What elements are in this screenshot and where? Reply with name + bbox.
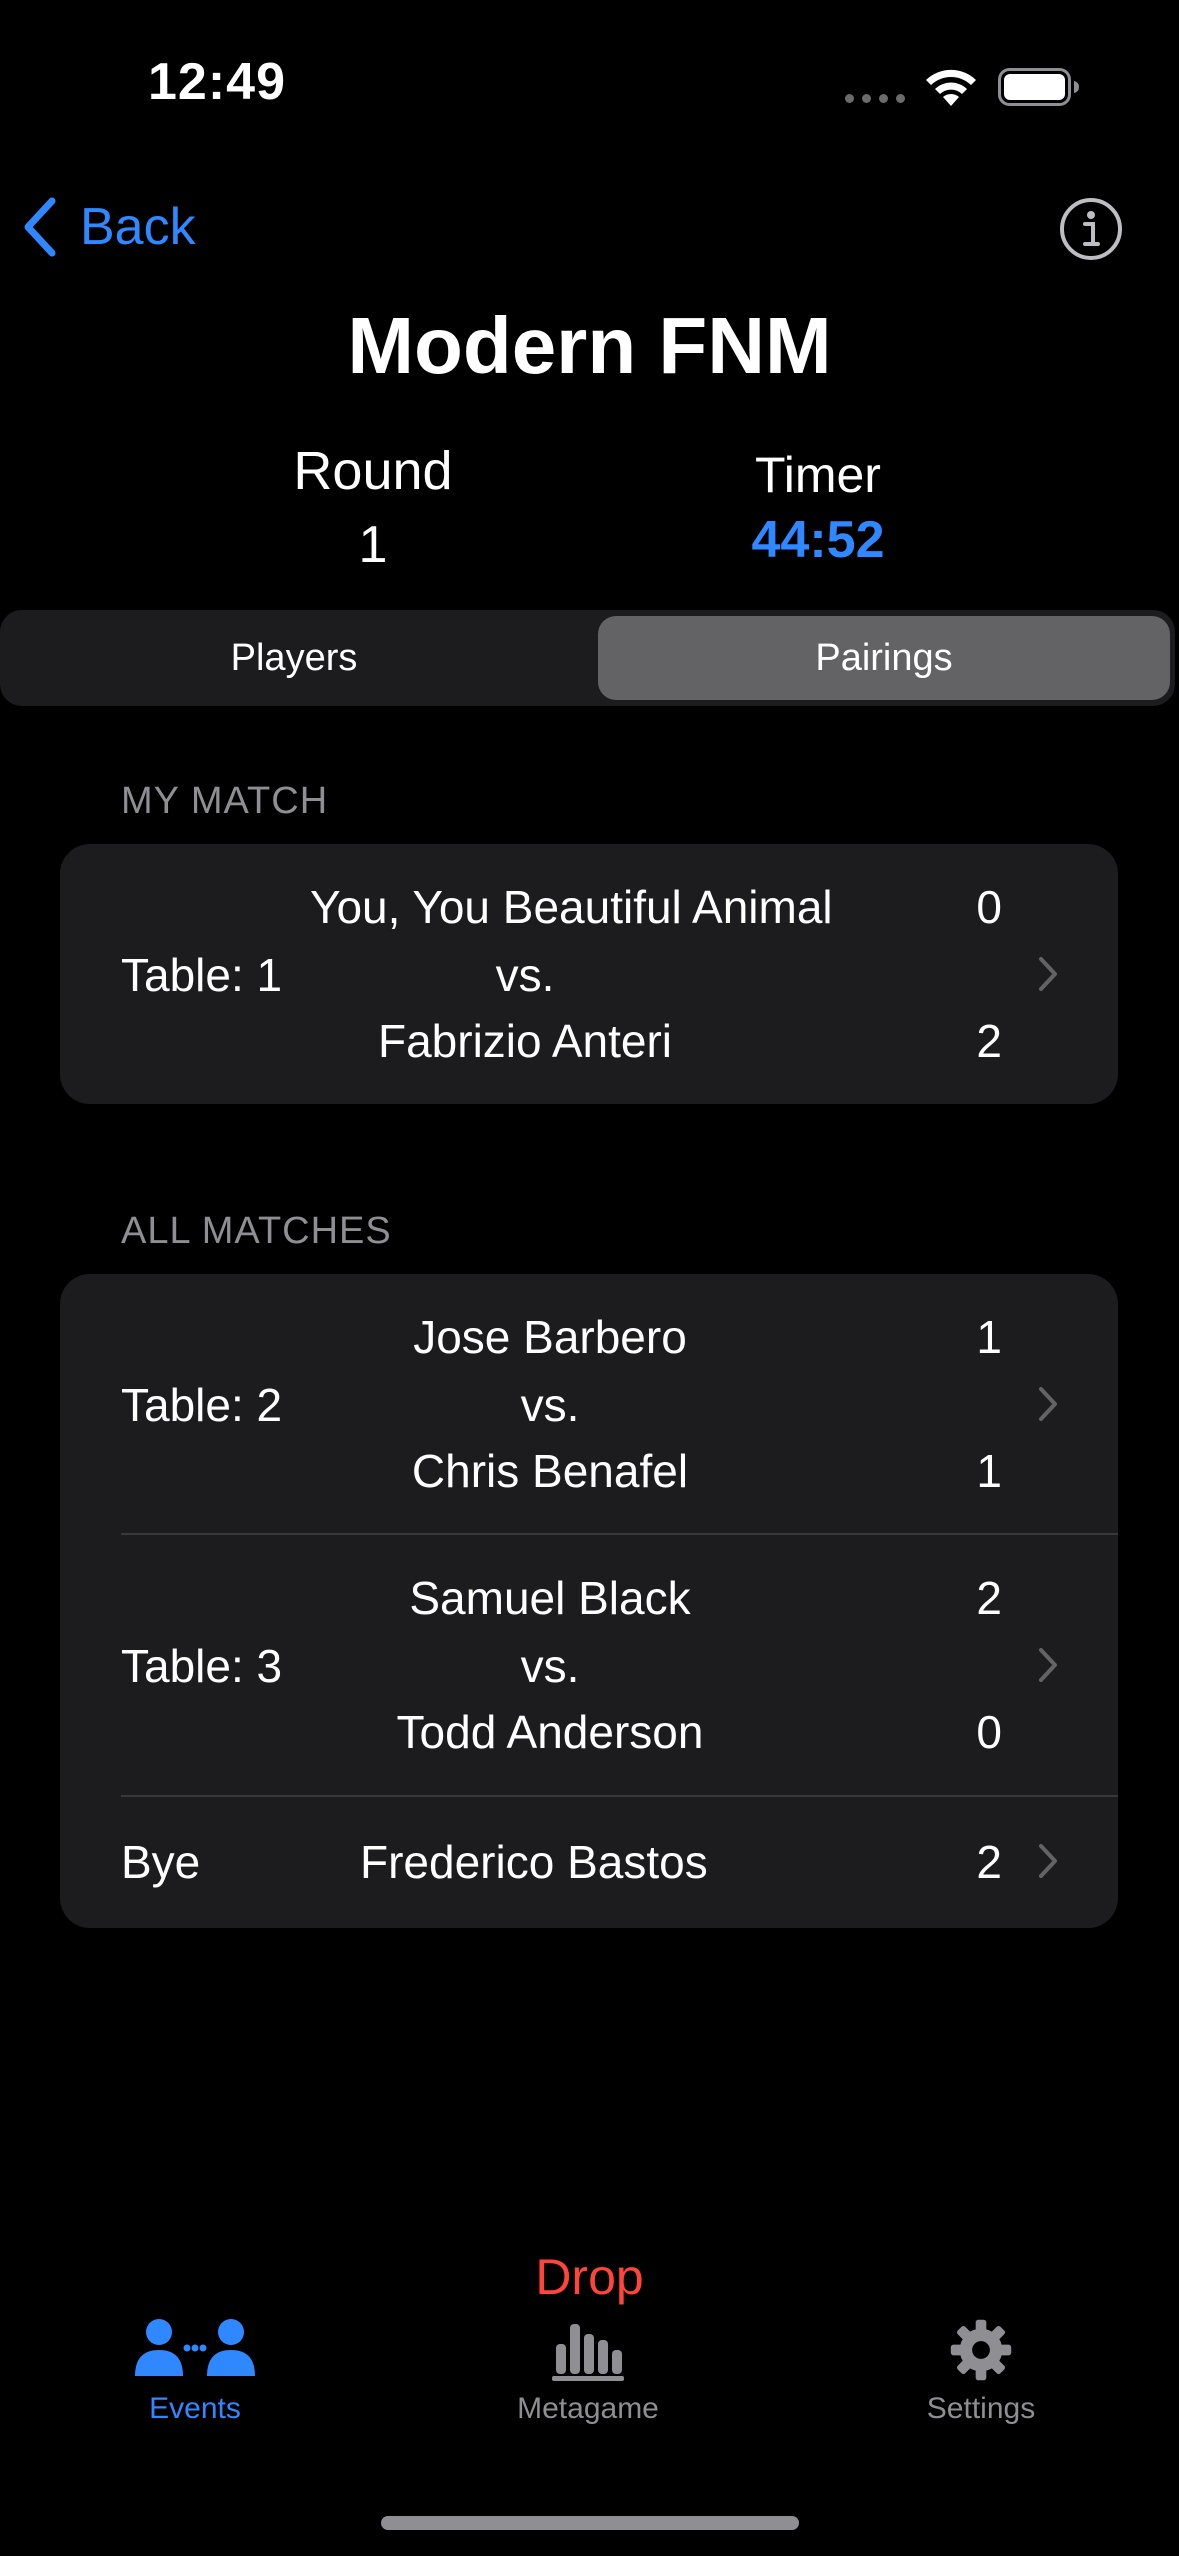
segment-players[interactable]: Players xyxy=(4,616,584,700)
all-matches-card: Table: 2 Jose Barbero vs. Chris Benafel … xyxy=(60,1274,1118,1928)
gear-icon xyxy=(950,2319,1012,2381)
wifi-icon xyxy=(926,69,976,106)
vs-label: vs. xyxy=(520,1379,580,1431)
cellular-signal-icon xyxy=(845,94,905,104)
view-segmented-control: Players Pairings xyxy=(0,610,1175,706)
player-two-score: 1 xyxy=(976,1445,1002,1497)
chevron-right-icon xyxy=(1039,1648,1057,1682)
player-two-name: Todd Anderson xyxy=(396,1706,704,1758)
my-match-row[interactable]: Table: 1 You, You Beautiful Animal vs. F… xyxy=(60,844,1118,1104)
vs-label: vs. xyxy=(495,949,555,1001)
round-value: 1 xyxy=(358,516,388,574)
timer-value: 44:52 xyxy=(751,511,885,569)
status-time: 12:49 xyxy=(148,53,286,111)
tab-settings[interactable]: Settings xyxy=(861,2318,1101,2426)
tab-metagame[interactable]: Metagame xyxy=(468,2318,708,2426)
segment-pairings[interactable]: Pairings xyxy=(598,616,1170,700)
player-one-score: 1 xyxy=(976,1311,1002,1363)
table-number: Table: 1 xyxy=(121,949,283,1001)
match-row[interactable]: Table: 3 Samuel Black vs. Todd Anderson … xyxy=(60,1535,1118,1796)
player-two-score: 2 xyxy=(976,1015,1002,1067)
player-one-name: You, You Beautiful Animal xyxy=(310,881,833,933)
back-button[interactable]: Back xyxy=(22,192,196,262)
tab-metagame-label: Metagame xyxy=(517,2392,659,2425)
timer-label: Timer xyxy=(755,447,881,503)
bye-score: 2 xyxy=(976,1836,1002,1888)
people-icon xyxy=(135,2319,255,2376)
player-one-score: 0 xyxy=(976,881,1002,933)
bye-player-name: Frederico Bastos xyxy=(360,1836,708,1888)
chevron-right-icon xyxy=(1039,1387,1057,1421)
home-indicator[interactable] xyxy=(381,2516,799,2530)
bye-label: Bye xyxy=(121,1836,201,1888)
player-one-name: Jose Barbero xyxy=(413,1311,687,1363)
event-title: Modern FNM xyxy=(347,301,832,390)
tab-settings-label: Settings xyxy=(926,2392,1036,2425)
chevron-left-icon xyxy=(24,197,56,257)
tab-events-label: Events xyxy=(149,2392,241,2425)
player-two-name: Chris Benafel xyxy=(411,1445,689,1497)
bye-row[interactable]: Bye Frederico Bastos 2 xyxy=(60,1797,1118,1928)
player-one-score: 2 xyxy=(976,1572,1002,1624)
battery-icon xyxy=(998,68,1079,106)
my-match-card: Table: 1 You, You Beautiful Animal vs. F… xyxy=(60,844,1118,1104)
player-two-name: Fabrizio Anteri xyxy=(377,1015,672,1067)
match-row[interactable]: Table: 2 Jose Barbero vs. Chris Benafel … xyxy=(60,1274,1118,1534)
all-matches-header: ALL MATCHES xyxy=(121,1210,392,1252)
my-match-header: MY MATCH xyxy=(121,780,329,822)
bar-chart-icon xyxy=(552,2324,624,2381)
table-number: Table: 2 xyxy=(121,1379,283,1431)
drop-button[interactable]: Drop xyxy=(0,2248,1179,2306)
round-label: Round xyxy=(293,441,453,501)
chevron-right-icon xyxy=(1039,1844,1057,1878)
tab-events[interactable]: Events xyxy=(75,2318,315,2426)
table-number: Table: 3 xyxy=(121,1640,283,1692)
player-one-name: Samuel Black xyxy=(409,1572,691,1624)
vs-label: vs. xyxy=(520,1640,580,1692)
info-icon[interactable] xyxy=(1058,196,1124,262)
back-label: Back xyxy=(80,198,196,256)
player-two-score: 0 xyxy=(976,1706,1002,1758)
chevron-right-icon xyxy=(1039,957,1057,991)
